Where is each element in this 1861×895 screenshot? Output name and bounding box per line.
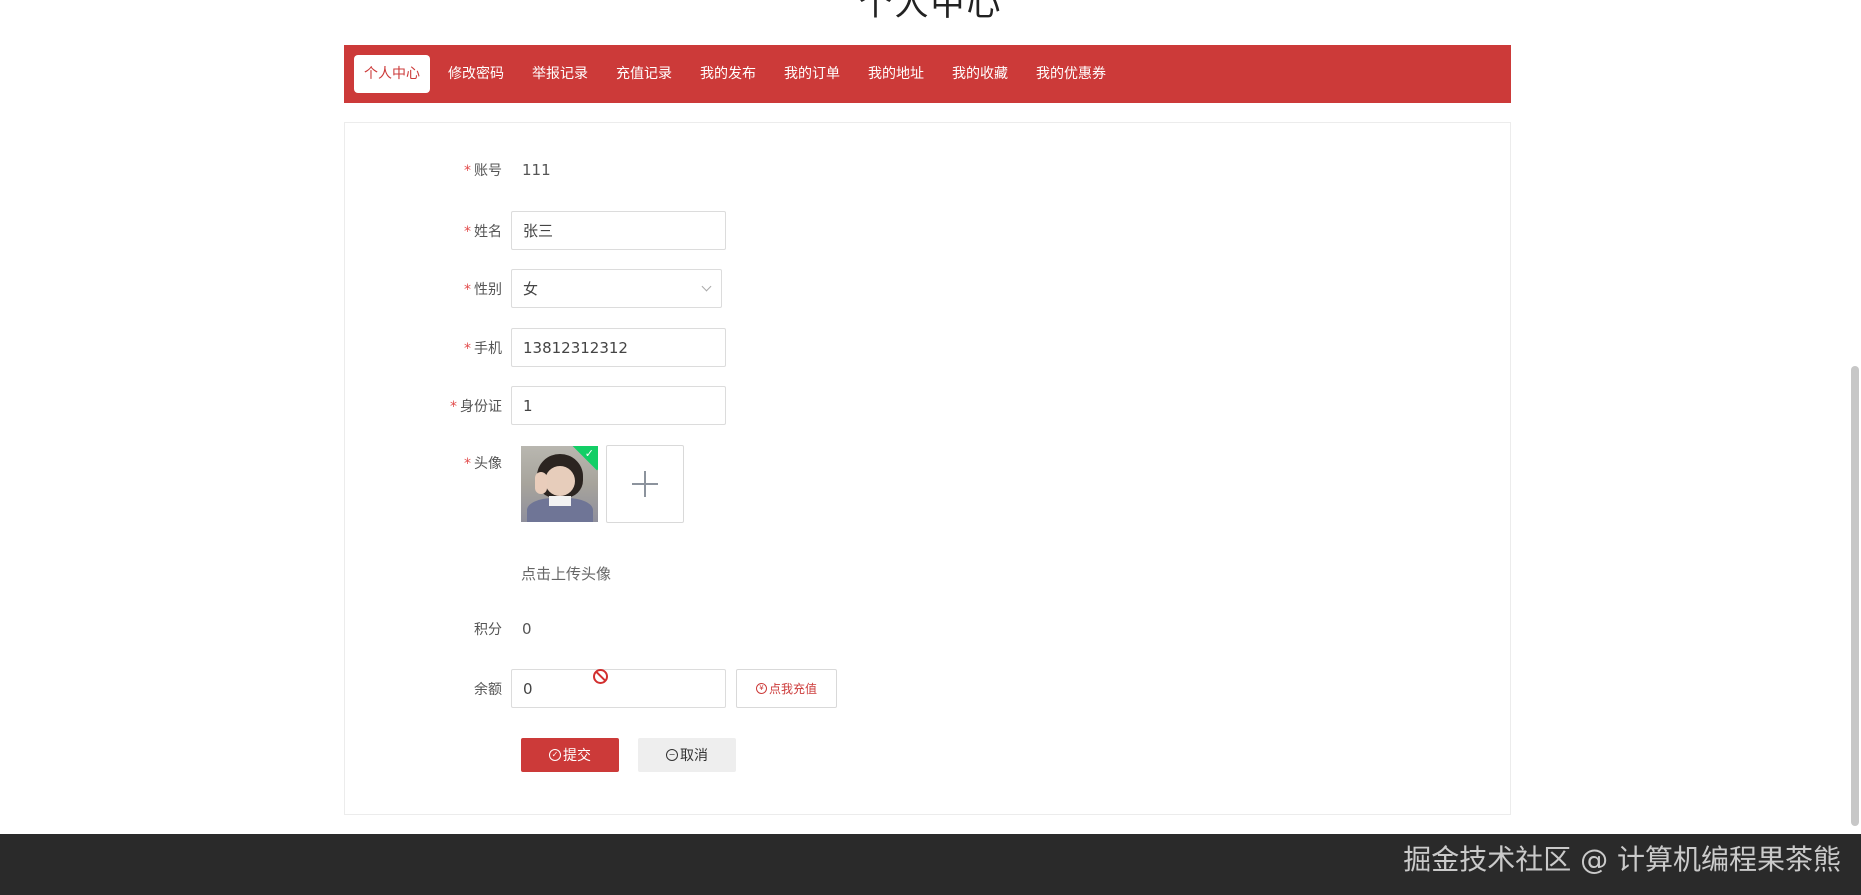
id-card-label: * 身份证 [450,398,502,415]
nav-item-my-posts[interactable]: 我的发布 [690,55,766,93]
phone-label: * 手机 [464,340,502,357]
gender-selected-value: 女 [523,280,539,298]
nav-item-my-addresses[interactable]: 我的地址 [858,55,934,93]
coin-icon: ¥ [755,683,767,694]
submit-label: 提交 [563,748,591,764]
avatar-upload-hint: 点击上传头像 [521,565,612,583]
phone-input[interactable]: 13812312312 [511,328,726,367]
account-label: * 账号 [464,163,502,179]
nav-item-my-orders[interactable]: 我的订单 [774,55,850,93]
check-icon: ✓ [584,447,594,460]
id-card-input[interactable]: 1 [511,386,726,425]
avatar-upload-button[interactable] [606,445,684,523]
nav-item-my-favorites[interactable]: 我的收藏 [942,55,1018,93]
profile-form-panel: * 账号 111 * 姓名 张三 * 性别 女 * 手机 13812312312 * 身份… [344,122,1511,815]
nav-item-profile[interactable]: 个人中心 [354,55,430,93]
top-nav: 个人中心 修改密码 举报记录 充值记录 我的发布 我的订单 我的地址 我的收藏 … [344,45,1511,103]
name-input[interactable]: 张三 [511,211,726,250]
nav-item-change-password[interactable]: 修改密码 [438,55,514,93]
plus-icon [632,471,658,497]
check-circle-icon: ✓ [549,749,561,761]
nav-item-recharge-records[interactable]: 充值记录 [606,55,682,93]
vertical-scrollbar[interactable] [1849,0,1859,834]
gender-label: * 性别 [464,281,502,298]
id-card-row: * 身份证 1 [345,386,726,425]
required-mark: * [464,163,471,179]
balance-label: 余额 [474,681,502,698]
balance-input[interactable]: 0 [511,669,726,708]
recharge-label: 点我充值 [768,682,817,696]
submit-button[interactable]: ✓ 提交 [521,738,619,772]
watermark: 掘金技术社区 @ 计算机编程果茶熊 [1403,843,1841,876]
recharge-button[interactable]: ¥ 点我充值 [736,669,837,708]
nav-item-report-records[interactable]: 举报记录 [522,55,598,93]
cancel-button[interactable]: − 取消 [638,738,736,772]
account-row: * 账号 111 [345,160,551,180]
balance-row: 余额 0 ¥ 点我充值 [345,669,837,708]
points-row: 积分 0 [345,619,532,639]
phone-row: * 手机 13812312312 [345,328,726,367]
account-value: 111 [522,161,551,179]
name-row: * 姓名 张三 [345,211,726,250]
name-label: * 姓名 [464,223,502,240]
cancel-label: 取消 [680,748,708,764]
avatar-thumbnail[interactable]: ✓ [521,446,598,522]
avatar-row: * 头像 [345,453,511,473]
chevron-down-icon [701,281,712,292]
minus-circle-icon: − [666,749,678,761]
nav-item-my-coupons[interactable]: 我的优惠券 [1026,55,1116,93]
scrollbar-thumb[interactable] [1851,366,1859,826]
gender-select[interactable]: 女 [511,269,722,308]
points-label: 积分 [474,622,502,638]
page-title: 个人中心 [858,0,1003,24]
not-allowed-cursor-icon [593,669,608,684]
gender-row: * 性别 女 [345,269,722,308]
points-value: 0 [522,620,532,638]
avatar-label: * 头像 [464,456,502,472]
